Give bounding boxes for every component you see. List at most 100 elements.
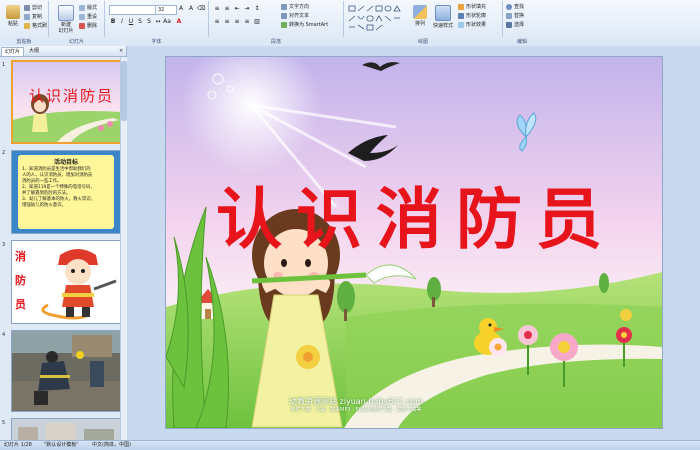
font-name-select[interactable] — [109, 5, 157, 15]
slide-title[interactable]: 认 识 消 防 员 — [216, 181, 602, 257]
thumb-2-lines: 1、知道消防员是生活中帮助我们的 人的人，认识消防员，增加对消防员 消防员的一些… — [22, 167, 96, 208]
reset-button[interactable]: 重设 — [79, 13, 97, 20]
clear-format-button[interactable]: ⌫ — [197, 5, 205, 13]
thumb-2-title: 活动目标 — [53, 159, 78, 166]
cursor-icon — [506, 21, 512, 28]
shadow-button[interactable]: S — [145, 18, 153, 26]
thumbs-scrollbar[interactable] — [120, 57, 127, 440]
tab-outline[interactable]: 大纲 — [26, 47, 42, 55]
text-direction-icon — [281, 3, 287, 10]
shape-outline-button[interactable]: 形状轮廓 — [458, 12, 486, 19]
delete-icon — [79, 22, 85, 29]
convert-smartart-button[interactable]: 转换为 SmartArt — [281, 21, 328, 28]
replace-icon — [506, 12, 512, 19]
font-size-select[interactable]: 32 — [155, 5, 177, 15]
thumb-number: 4 — [2, 332, 6, 338]
bullets-button[interactable]: ≡ — [213, 5, 221, 13]
delete-button[interactable]: 删除 — [79, 22, 97, 29]
thumb-number: 3 — [2, 242, 6, 248]
shapes-gallery[interactable] — [347, 4, 407, 32]
scissors-icon — [24, 4, 30, 11]
thumb-2-note: 活动目标 1、知道消防员是生活中帮助我们的 人的人，认识消防员，增加对消防员 消… — [18, 155, 114, 229]
title-char: 识 — [296, 180, 362, 258]
italic-button[interactable]: I — [118, 18, 126, 26]
outline-icon — [458, 12, 464, 19]
title-char: 防 — [456, 180, 522, 258]
increase-indent-button[interactable]: ⇥ — [243, 5, 251, 13]
thumb-1-title: 认识消防员 — [29, 87, 115, 105]
firefighter-icon — [41, 249, 117, 320]
new-slide-button[interactable]: 新建 幻灯片 — [55, 5, 77, 34]
find-button[interactable]: 查找 — [506, 3, 524, 10]
numbering-button[interactable]: ≡ — [223, 5, 231, 13]
paste-button[interactable]: 粘贴 — [3, 5, 23, 27]
format-painter-button[interactable]: 格式刷 — [24, 22, 47, 29]
line-spacing-button[interactable]: ↕ — [253, 5, 261, 13]
footer-line-1: 幼教资源网站 ziyuan.baby611.com — [289, 397, 423, 406]
align-right-button[interactable]: ≡ — [233, 18, 241, 26]
slide-thumb-5[interactable] — [11, 418, 121, 441]
slide-thumb-4[interactable] — [11, 330, 121, 412]
align-left-button[interactable]: ≡ — [213, 18, 221, 26]
spacing-button[interactable]: ↔ — [154, 18, 162, 26]
cut-button[interactable]: 剪切 — [24, 4, 42, 11]
footer-line-2: 课件下载 · 儿歌 · 故事MP3 · FLASH课件下载 · 试卷下载等 — [290, 407, 422, 413]
brush-icon — [24, 22, 30, 29]
slides-panel: 幻灯片 大纲 × 1 认识消防员 2 活动目标 1、知道消防员是生活中帮助我们的… — [0, 46, 127, 441]
quick-styles-button[interactable]: 快速样式 — [432, 5, 454, 29]
font-group: 32 A A ⌫ B I U S S ↔ Aa A 字体 — [105, 1, 209, 45]
thumb-5-photo — [12, 419, 120, 441]
layout-button[interactable]: 版式 — [79, 4, 97, 11]
title-char: 消 — [376, 180, 442, 258]
slide-thumb-1[interactable]: 认识消防员 — [11, 60, 123, 144]
strikethrough-button[interactable]: S — [136, 18, 144, 26]
justify-button[interactable]: ≡ — [243, 18, 251, 26]
align-text-icon — [281, 12, 287, 19]
thumb-4-photo — [12, 331, 120, 411]
new-slide-icon — [58, 5, 74, 21]
panel-close-button[interactable]: × — [116, 47, 126, 55]
copy-icon — [24, 13, 30, 20]
thumb-number: 2 — [2, 150, 6, 156]
decrease-indent-button[interactable]: ⇤ — [233, 5, 241, 13]
select-button[interactable]: 选择 — [506, 21, 524, 28]
align-center-button[interactable]: ≡ — [223, 18, 231, 26]
paragraph-group: ≡ ≡ ⇤ ⇥ ↕ ≡ ≡ ≡ ≡ ▥ 文字方向 对齐文本 转换为 SmartA… — [209, 1, 344, 45]
thumb-number: 5 — [2, 420, 6, 426]
slide-workspace: 认 识 消 防 员 幼教资源网站 ziyuan.baby611.com 课件下载… — [127, 46, 700, 440]
clipboard-group: 粘贴 剪切 复制 格式刷 剪贴板 — [0, 1, 49, 45]
title-char: 认 — [216, 180, 282, 258]
font-color-button[interactable]: A — [175, 18, 183, 26]
underline-button[interactable]: U — [127, 18, 135, 26]
slides-group: 新建 幻灯片 版式 重设 删除 幻灯片 — [49, 1, 105, 45]
change-case-button[interactable]: Aa — [163, 18, 171, 26]
align-text-button[interactable]: 对齐文本 — [281, 12, 309, 19]
editing-group: 查找 替换 选择 编辑 — [503, 1, 541, 45]
slide-thumb-2[interactable]: 活动目标 1、知道消防员是生活中帮助我们的 人的人，认识消防员，增加对消防员 消… — [11, 150, 121, 234]
grow-font-button[interactable]: A — [177, 5, 185, 13]
search-icon — [506, 3, 512, 10]
columns-button[interactable]: ▥ — [253, 18, 261, 26]
layout-icon — [79, 4, 85, 11]
bold-button[interactable]: B — [109, 18, 117, 26]
paste-icon — [6, 5, 20, 19]
thumb-3-title: 消防员 — [15, 250, 26, 311]
title-char: 员 — [536, 180, 602, 258]
panel-tabs: 幻灯片 大纲 × — [0, 46, 126, 57]
replace-button[interactable]: 替换 — [506, 12, 524, 19]
copy-button[interactable]: 复制 — [24, 13, 42, 20]
text-direction-button[interactable]: 文字方向 — [281, 3, 309, 10]
drawing-group: 排列 快速样式 形状填充 形状轮廓 形状效果 绘图 — [344, 1, 503, 45]
shape-effects-button[interactable]: 形状效果 — [458, 21, 486, 28]
arrange-button[interactable]: 排列 — [410, 5, 430, 27]
ribbon: 粘贴 剪切 复制 格式刷 剪贴板 新建 幻灯片 版式 重设 删除 幻灯片 32 … — [0, 0, 700, 47]
arrange-icon — [413, 5, 427, 19]
slide-thumb-3[interactable]: 消防员 — [11, 240, 121, 324]
shrink-font-button[interactable]: A — [187, 5, 195, 13]
slide-canvas[interactable]: 认 识 消 防 员 幼教资源网站 ziyuan.baby611.com 课件下载… — [165, 56, 663, 429]
smartart-icon — [281, 21, 287, 28]
shape-fill-button[interactable]: 形状填充 — [458, 3, 486, 10]
slide-footer: 幼教资源网站 ziyuan.baby611.com 课件下载 · 儿歌 · 故事… — [226, 397, 486, 414]
tab-slides[interactable]: 幻灯片 — [1, 47, 25, 56]
fill-icon — [458, 3, 464, 10]
